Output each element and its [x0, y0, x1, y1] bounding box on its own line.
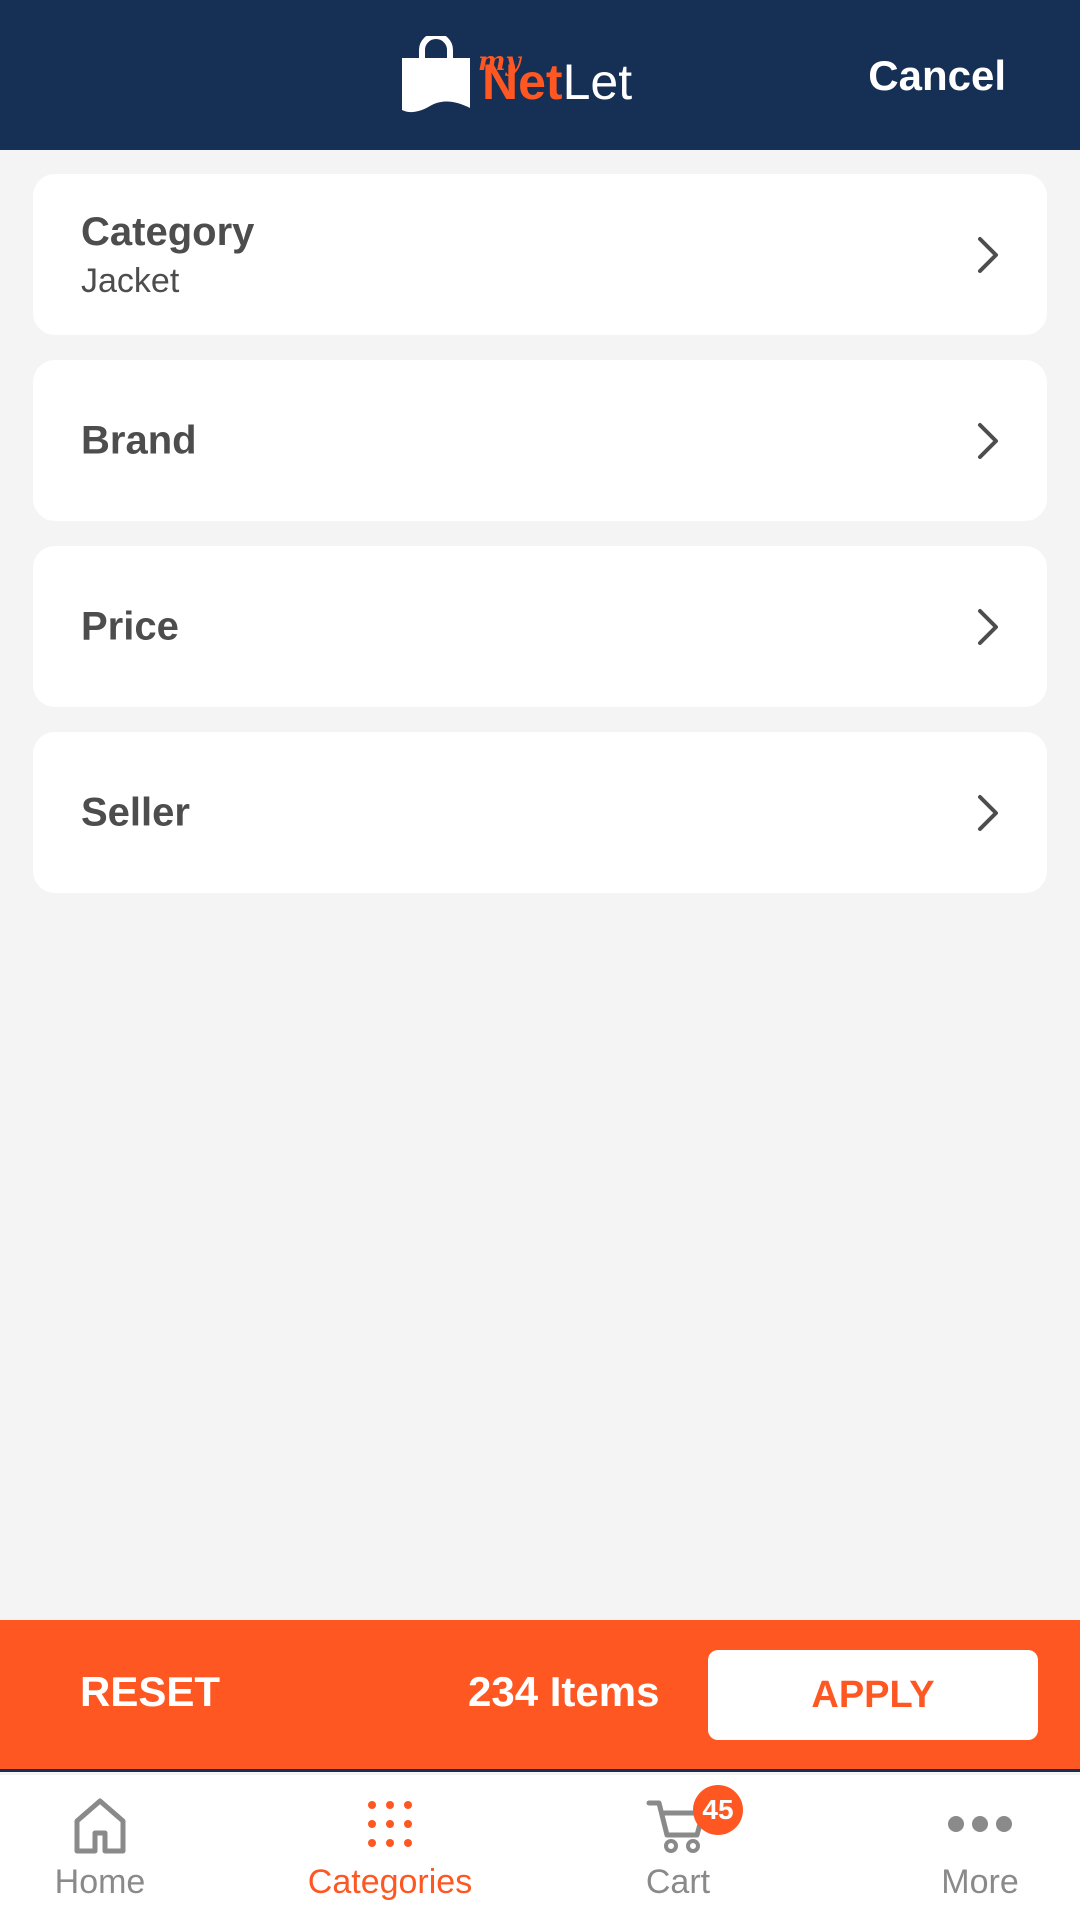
filter-label: Seller: [81, 790, 190, 834]
apply-button[interactable]: APPLY: [708, 1650, 1038, 1740]
filter-label: Category: [81, 210, 255, 254]
items-count: 234 Items: [468, 1668, 660, 1715]
chevron-right-icon: [978, 794, 998, 831]
app-header: my NetLet Cancel: [0, 0, 1080, 150]
grid-dots-icon: [368, 1801, 412, 1847]
tab-categories[interactable]: Categories: [290, 1775, 490, 1920]
tab-label: More: [941, 1863, 1019, 1901]
filter-row-category[interactable]: Category Jacket: [33, 174, 1047, 335]
tab-label: Categories: [307, 1863, 473, 1901]
filter-label: Price: [81, 604, 179, 648]
home-icon: [74, 1798, 126, 1854]
logo-my: my: [478, 47, 521, 77]
filter-row-brand[interactable]: Brand: [33, 360, 1047, 521]
filter-label: Brand: [81, 418, 197, 462]
logo-let: Let: [562, 54, 633, 110]
more-dots-icon: [948, 1816, 1012, 1832]
cart-badge: 45: [693, 1785, 743, 1835]
logo-wordmark: my NetLet: [478, 47, 633, 110]
filter-value: Jacket: [81, 262, 180, 300]
filter-action-bar: RESET 234 Items APPLY: [0, 1620, 1080, 1772]
tab-label: Cart: [645, 1863, 711, 1901]
filter-row-price[interactable]: Price: [33, 546, 1047, 707]
tab-more[interactable]: More: [880, 1775, 1080, 1920]
chevron-right-icon: [978, 608, 998, 645]
app-logo: my NetLet: [400, 36, 632, 116]
reset-button[interactable]: RESET: [80, 1668, 220, 1716]
shopping-bag-icon: [402, 36, 470, 113]
tab-label: Home: [54, 1863, 146, 1901]
tab-home[interactable]: Home: [0, 1775, 200, 1920]
bottom-tab-bar: Home Categories 45 Cart More: [0, 1775, 1080, 1920]
tab-cart[interactable]: 45 Cart: [578, 1775, 778, 1920]
filter-list: Category Jacket Brand Price Seller: [33, 174, 1047, 918]
chevron-right-icon: [978, 236, 998, 273]
filter-row-seller[interactable]: Seller: [33, 732, 1047, 893]
cancel-button[interactable]: Cancel: [868, 52, 1006, 100]
chevron-right-icon: [978, 422, 998, 459]
